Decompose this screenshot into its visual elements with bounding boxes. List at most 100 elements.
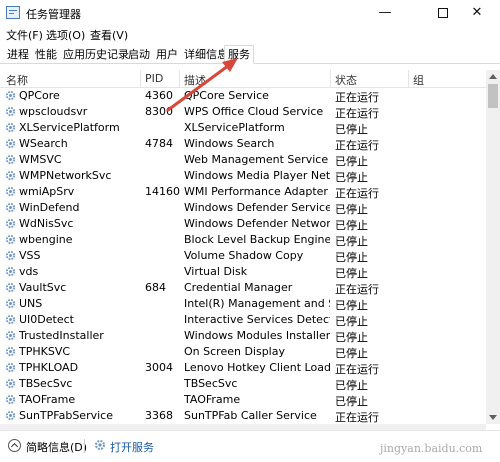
column-name-header[interactable]: 名称 [6, 72, 28, 88]
service-description: On Screen Display [184, 345, 285, 358]
service-gear-icon [5, 362, 16, 373]
menu-file[interactable]: 文件(F) [6, 27, 43, 43]
menu-bar: 文件(F) 选项(O) 查看(V) [0, 26, 500, 42]
service-row[interactable]: TrustedInstaller Windows Modules Installe… [0, 328, 486, 344]
service-description: Windows Defender Network I... [184, 217, 330, 230]
service-row[interactable]: WMSVC Web Management Service 已停止 [0, 152, 486, 168]
column-divider[interactable] [408, 70, 409, 88]
service-name: WdNisSvc [19, 217, 74, 230]
service-name: wbengine [19, 233, 73, 246]
service-row[interactable]: UNS Intel(R) Management and Sec... 已停止 [0, 296, 486, 312]
service-description: SunTPFab Caller Service [184, 409, 317, 422]
service-status: 已停止 [335, 235, 368, 248]
column-divider[interactable] [330, 70, 331, 88]
service-pid: 8300 [145, 105, 173, 118]
service-gear-icon [5, 346, 16, 357]
service-row[interactable]: WinDefend Windows Defender Service 已停止 [0, 200, 486, 216]
column-pid-header[interactable]: PID [145, 72, 163, 85]
service-status: 已停止 [335, 251, 368, 264]
service-status: 正在运行 [335, 187, 379, 200]
service-name: QPCore [19, 89, 60, 102]
service-pid: 14160 [145, 185, 180, 198]
column-status-header[interactable]: 状态 [335, 72, 357, 88]
tab-performance[interactable]: 性能 [31, 45, 61, 64]
service-pid: 3004 [145, 361, 173, 374]
service-description: Virtual Disk [184, 265, 248, 278]
service-row[interactable]: wmiApSrv 14160 WMI Performance Adapter 正在运行 [0, 184, 486, 200]
menu-view[interactable]: 查看(V) [90, 27, 128, 43]
service-gear-icon [5, 170, 16, 181]
service-row[interactable]: VSS Volume Shadow Copy 已停止 [0, 248, 486, 264]
service-description: WPS Office Cloud Service [184, 105, 324, 118]
scroll-down-arrow-icon[interactable] [489, 415, 497, 420]
service-row[interactable]: TBSecSvc TBSecSvc 已停止 [0, 376, 486, 392]
service-status: 已停止 [335, 379, 368, 392]
menu-options[interactable]: 选项(O) [46, 27, 85, 43]
service-description: Windows Search [184, 137, 275, 150]
service-description: Volume Shadow Copy [184, 249, 304, 262]
vertical-scrollbar[interactable] [486, 70, 500, 424]
service-status: 已停止 [335, 155, 368, 168]
service-row[interactable]: wbengine Block Level Backup Engine Se... 已… [0, 232, 486, 248]
tab-startup[interactable]: 启动 [124, 45, 154, 64]
scrollbar-thumb[interactable] [488, 84, 498, 108]
service-name: vds [19, 265, 39, 278]
service-name: WMSVC [19, 153, 62, 166]
service-row[interactable]: WMPNetworkSvc Windows Media Player Netw..… [0, 168, 486, 184]
maximize-icon [438, 7, 448, 18]
service-status: 已停止 [335, 219, 368, 232]
fewer-details-button[interactable]: 简略信息(D) [26, 439, 87, 455]
service-row[interactable]: SunTPFabService 3368 SunTPFab Caller Servi… [0, 408, 486, 424]
scroll-up-arrow-icon[interactable] [489, 74, 497, 79]
service-name: TAOFrame [19, 393, 76, 406]
column-divider[interactable] [179, 70, 180, 88]
service-name: wmiApSrv [19, 185, 75, 198]
watermark-text: jingyan.baidu.com [380, 442, 483, 455]
service-row[interactable]: UI0Detect Interactive Services Detection 已… [0, 312, 486, 328]
service-gear-icon [5, 138, 16, 149]
title-bar: 任务管理器 — ✕ [0, 0, 500, 26]
service-row[interactable]: WdNisSvc Windows Defender Network I... 已停止 [0, 216, 486, 232]
column-description-header[interactable]: 描述 [184, 72, 206, 88]
services-gear-icon [95, 440, 105, 450]
column-group-header[interactable]: 组 [413, 72, 424, 88]
service-name: SunTPFabService [19, 409, 113, 422]
service-gear-icon [5, 202, 16, 213]
service-row[interactable]: wpscloudsvr 8300 WPS Office Cloud Service 正… [0, 104, 486, 120]
window-title: 任务管理器 [26, 8, 81, 21]
service-status: 已停止 [335, 395, 368, 408]
tab-processes[interactable]: 进程 [3, 45, 33, 64]
service-row[interactable]: VaultSvc 684 Credential Manager 正在运行 [0, 280, 486, 296]
tab-services[interactable]: 服务 [224, 45, 254, 64]
service-row[interactable]: TPHKSVC On Screen Display 已停止 [0, 344, 486, 360]
service-status: 已停止 [335, 315, 368, 328]
tab-app-history[interactable]: 应用历史记录 [59, 45, 133, 64]
service-row[interactable]: QPCore 4360 QPCore Service 正在运行 [0, 88, 486, 104]
service-name: TPHKSVC [19, 345, 71, 358]
column-divider[interactable] [140, 70, 141, 88]
close-button[interactable]: ✕ [454, 0, 500, 26]
service-description: XLServicePlatform [184, 121, 285, 134]
service-description: Credential Manager [184, 281, 293, 294]
service-row[interactable]: TPHKLOAD 3004 Lenovo Hotkey Client Loader 正… [0, 360, 486, 376]
service-description: WMI Performance Adapter [184, 185, 328, 198]
tab-users[interactable]: 用户 [152, 45, 182, 64]
service-row[interactable]: WSearch 4784 Windows Search 正在运行 [0, 136, 486, 152]
service-name: WMPNetworkSvc [19, 169, 112, 182]
service-name: XLServicePlatform [19, 121, 120, 134]
collapse-chevron-icon[interactable] [8, 439, 21, 452]
open-services-link[interactable]: 打开服务 [110, 439, 154, 455]
minimize-button[interactable]: — [362, 0, 408, 26]
service-row[interactable]: TAOFrame TAOFrame 已停止 [0, 392, 486, 408]
service-status: 已停止 [335, 203, 368, 216]
footer-divider [84, 439, 85, 453]
service-name: UI0Detect [19, 313, 74, 326]
service-gear-icon [5, 186, 16, 197]
service-status: 已停止 [335, 331, 368, 344]
service-row[interactable]: XLServicePlatform XLServicePlatform 已停止 [0, 120, 486, 136]
service-description: TBSecSvc [184, 377, 238, 390]
service-status: 正在运行 [335, 107, 379, 120]
service-status: 正在运行 [335, 283, 379, 296]
service-name: wpscloudsvr [19, 105, 88, 118]
service-row[interactable]: vds Virtual Disk 已停止 [0, 264, 486, 280]
